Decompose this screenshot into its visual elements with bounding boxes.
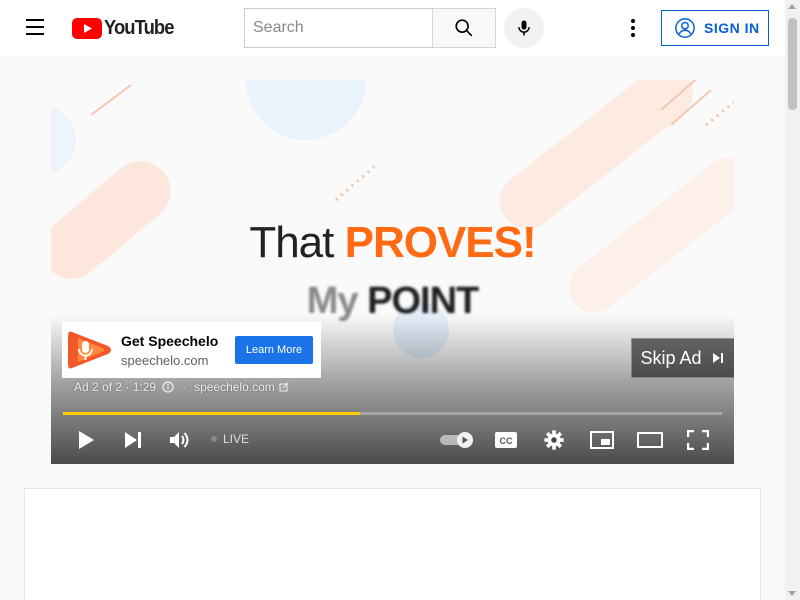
info-icon[interactable]	[162, 381, 174, 393]
progress-bar[interactable]	[63, 412, 722, 415]
youtube-logo[interactable]: YouTube	[72, 16, 180, 40]
volume-icon	[170, 432, 189, 448]
sign-in-button[interactable]: SIGN IN	[661, 10, 769, 46]
ad-link-domain[interactable]: speechelo.com	[194, 380, 275, 394]
next-icon	[125, 432, 141, 448]
scroll-thumb[interactable]	[788, 18, 797, 110]
settings-menu-button[interactable]	[617, 12, 649, 44]
miniplayer-button[interactable]	[584, 422, 620, 458]
miniplayer-icon	[590, 431, 614, 449]
menu-icon[interactable]	[20, 16, 52, 40]
theater-mode-button[interactable]	[632, 422, 668, 458]
search-icon	[455, 19, 473, 37]
ad-domain: speechelo.com	[121, 353, 209, 368]
fullscreen-button[interactable]	[680, 422, 716, 458]
cc-icon: CC	[495, 432, 517, 448]
video-headline: That PROVES!	[51, 218, 734, 268]
mic-icon	[518, 20, 530, 36]
play-icon	[79, 431, 94, 449]
below-player-panel	[24, 488, 761, 600]
next-button[interactable]	[115, 422, 151, 458]
autoplay-toggle-icon	[440, 432, 473, 448]
search-input[interactable]	[244, 8, 433, 48]
scroll-down-arrow-icon[interactable]	[788, 591, 796, 596]
scroll-up-arrow-icon[interactable]	[788, 4, 796, 9]
skip-ad-button[interactable]: Skip Ad	[631, 338, 734, 378]
page-scrollbar[interactable]	[785, 0, 800, 600]
skip-ad-label: Skip Ad	[640, 347, 702, 368]
svg-text:CC: CC	[500, 436, 513, 446]
voice-search-button[interactable]	[504, 8, 544, 48]
settings-icon	[544, 430, 564, 450]
volume-button[interactable]	[162, 422, 198, 458]
youtube-wordmark: YouTube	[104, 16, 174, 39]
search-button[interactable]	[432, 8, 496, 48]
skip-next-icon	[712, 353, 723, 363]
live-label: LIVE	[223, 432, 250, 446]
progress-fill	[63, 412, 360, 415]
headline-accent: PROVES!	[344, 218, 537, 267]
ad-counter: Ad 2 of 2 · 1:29	[74, 380, 157, 394]
ad-card[interactable]: Get Speechelo speechelo.com Learn More	[62, 322, 321, 378]
external-link-icon[interactable]	[279, 382, 289, 392]
speechelo-logo-icon	[68, 331, 111, 369]
play-button[interactable]	[68, 422, 104, 458]
settings-button[interactable]	[536, 422, 572, 458]
ad-title[interactable]: Get Speechelo	[121, 333, 218, 349]
player-controls: LIVE CC	[51, 422, 734, 458]
video-player[interactable]: That PROVES! My POINT Get Speechelo spee…	[51, 80, 734, 464]
masthead: YouTube SIGN IN	[0, 0, 785, 56]
ad-info-bar: Ad 2 of 2 · 1:29 · speechelo.com	[74, 380, 289, 394]
autoplay-toggle[interactable]	[437, 422, 477, 458]
theater-icon	[637, 432, 663, 448]
live-dot	[211, 436, 217, 442]
sign-in-label: SIGN IN	[704, 20, 760, 36]
headline-plain: That	[249, 218, 334, 267]
youtube-logo-icon	[72, 17, 102, 39]
live-indicator[interactable]: LIVE	[211, 432, 249, 446]
account-icon	[675, 18, 695, 38]
fullscreen-icon	[687, 430, 709, 450]
more-vert-icon	[631, 19, 635, 37]
learn-more-button[interactable]: Learn More	[235, 336, 313, 364]
captions-button[interactable]: CC	[488, 422, 524, 458]
ad-info-separator: ·	[182, 380, 187, 394]
